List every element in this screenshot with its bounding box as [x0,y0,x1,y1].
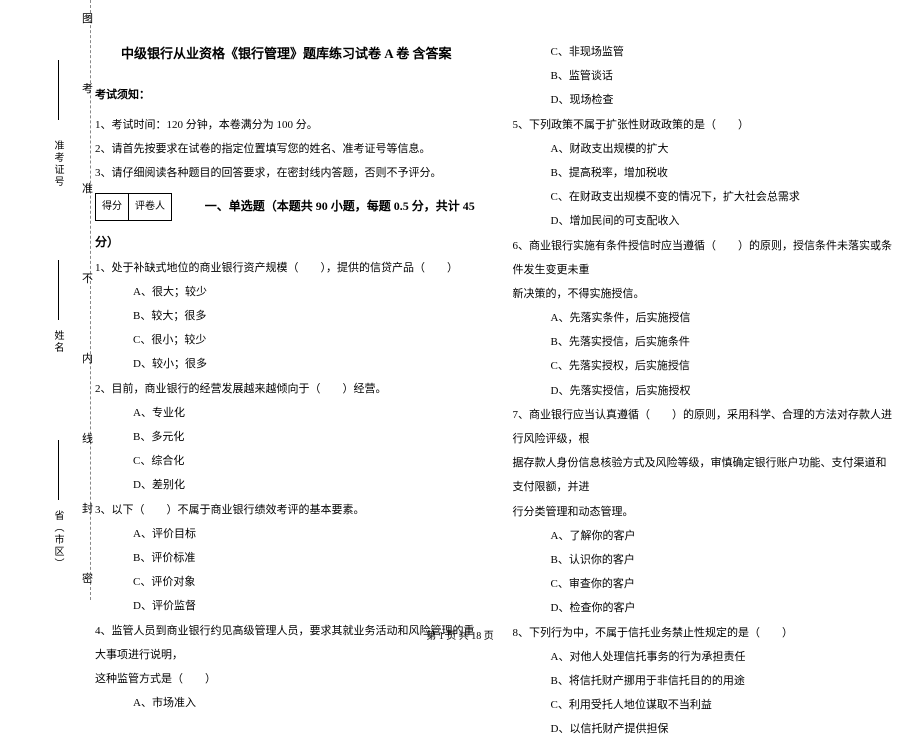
exam-title: 中级银行从业资格《银行管理》题库练习试卷 A 卷 含答案 [95,40,478,69]
question-stem: 4、监管人员到商业银行约见高级管理人员，要求其就业务活动和风险管理的重大事项进行… [95,619,478,667]
option: A、对他人处理信托事务的行为承担责任 [513,645,896,669]
question-stem: 1、处于补缺式地位的商业银行资产规模（ ），提供的信贷产品（ ） [95,256,478,280]
option: D、检查你的客户 [513,596,896,620]
question-stem: 据存款人身份信息核验方式及风险等级，审慎确定银行账户功能、支付渠道和支付限额，并… [513,451,896,499]
option: D、先落实授信，后实施授权 [513,379,896,403]
option: A、评价目标 [95,522,478,546]
option: B、较大；很多 [95,304,478,328]
seal-char: 准 [82,180,93,196]
option: D、增加民间的可支配收入 [513,209,896,233]
notice-heading: 考试须知： [95,83,478,107]
option: C、综合化 [95,449,478,473]
binding-label-province: 省（市区） [50,510,65,570]
question-stem: 6、商业银行实施有条件授信时应当遵循（ ）的原则，授信条件未落实或条件发生变更未… [513,234,896,282]
question-stem: 2、目前，商业银行的经营发展越来越倾向于（ ）经营。 [95,377,478,401]
option: C、非现场监管 [513,40,896,64]
binding-underline [58,60,59,120]
option: A、了解你的客户 [513,524,896,548]
option: C、评价对象 [95,570,478,594]
option: C、审查你的客户 [513,572,896,596]
option: C、很小；较少 [95,328,478,352]
option: A、市场准入 [95,691,478,715]
option: D、以信托财产提供担保 [513,717,896,741]
option: D、较小；很多 [95,352,478,376]
question-stem: 行分类管理和动态管理。 [513,500,896,524]
seal-char: 线 [82,430,93,446]
notice-item: 2、请首先按要求在试卷的指定位置填写您的姓名、准考证号等信息。 [95,137,478,161]
option: C、利用受托人地位谋取不当利益 [513,693,896,717]
question-stem: 5、下列政策不属于扩张性财政政策的是（ ） [513,113,896,137]
seal-char: 考 [82,80,93,96]
option: B、将信托财产挪用于非信托目的的用途 [513,669,896,693]
seal-char: 密 [82,570,93,586]
score-label: 得分 [96,194,129,220]
seal-char: 封 [82,500,93,516]
question-stem: 这种监管方式是（ ） [95,667,478,691]
option: B、先落实授信，后实施条件 [513,330,896,354]
page-footer: 第 1 页 共 18 页 [0,627,920,642]
notice-item: 1、考试时间：120 分钟，本卷满分为 100 分。 [95,113,478,137]
binding-underline [58,260,59,320]
binding-label-examid: 准考证号 [50,140,65,188]
question-stem: 新决策的，不得实施授信。 [513,282,896,306]
option: B、多元化 [95,425,478,449]
reviewer-label: 评卷人 [129,194,171,220]
option: A、专业化 [95,401,478,425]
score-box: 得分 评卷人 [95,193,172,221]
option: A、先落实条件，后实施授信 [513,306,896,330]
question-stem: 7、商业银行应当认真遵循（ ）的原则，采用科学、合理的方法对存款人进行风险评级，… [513,403,896,451]
question-stem: 3、以下（ ）不属于商业银行绩效考评的基本要素。 [95,498,478,522]
notice-item: 3、请仔细阅读各种题目的回答要求，在密封线内答题，否则不予评分。 [95,161,478,185]
option: B、监管谈话 [513,64,896,88]
option: C、在财政支出规模不变的情况下，扩大社会总需求 [513,185,896,209]
option: D、评价监督 [95,594,478,618]
option: D、差别化 [95,473,478,497]
seal-char: 内 [82,350,93,366]
seal-char: 图 [82,10,93,26]
seal-char: 不 [82,270,93,286]
option: B、提高税率，增加税收 [513,161,896,185]
binding-underline [58,440,59,500]
option: D、现场检查 [513,88,896,112]
option: B、认识你的客户 [513,548,896,572]
binding-label-name: 姓名 [50,330,65,354]
option: C、先落实授权，后实施授信 [513,354,896,378]
option: A、财政支出规模的扩大 [513,137,896,161]
option: A、很大；较少 [95,280,478,304]
option: B、评价标准 [95,546,478,570]
